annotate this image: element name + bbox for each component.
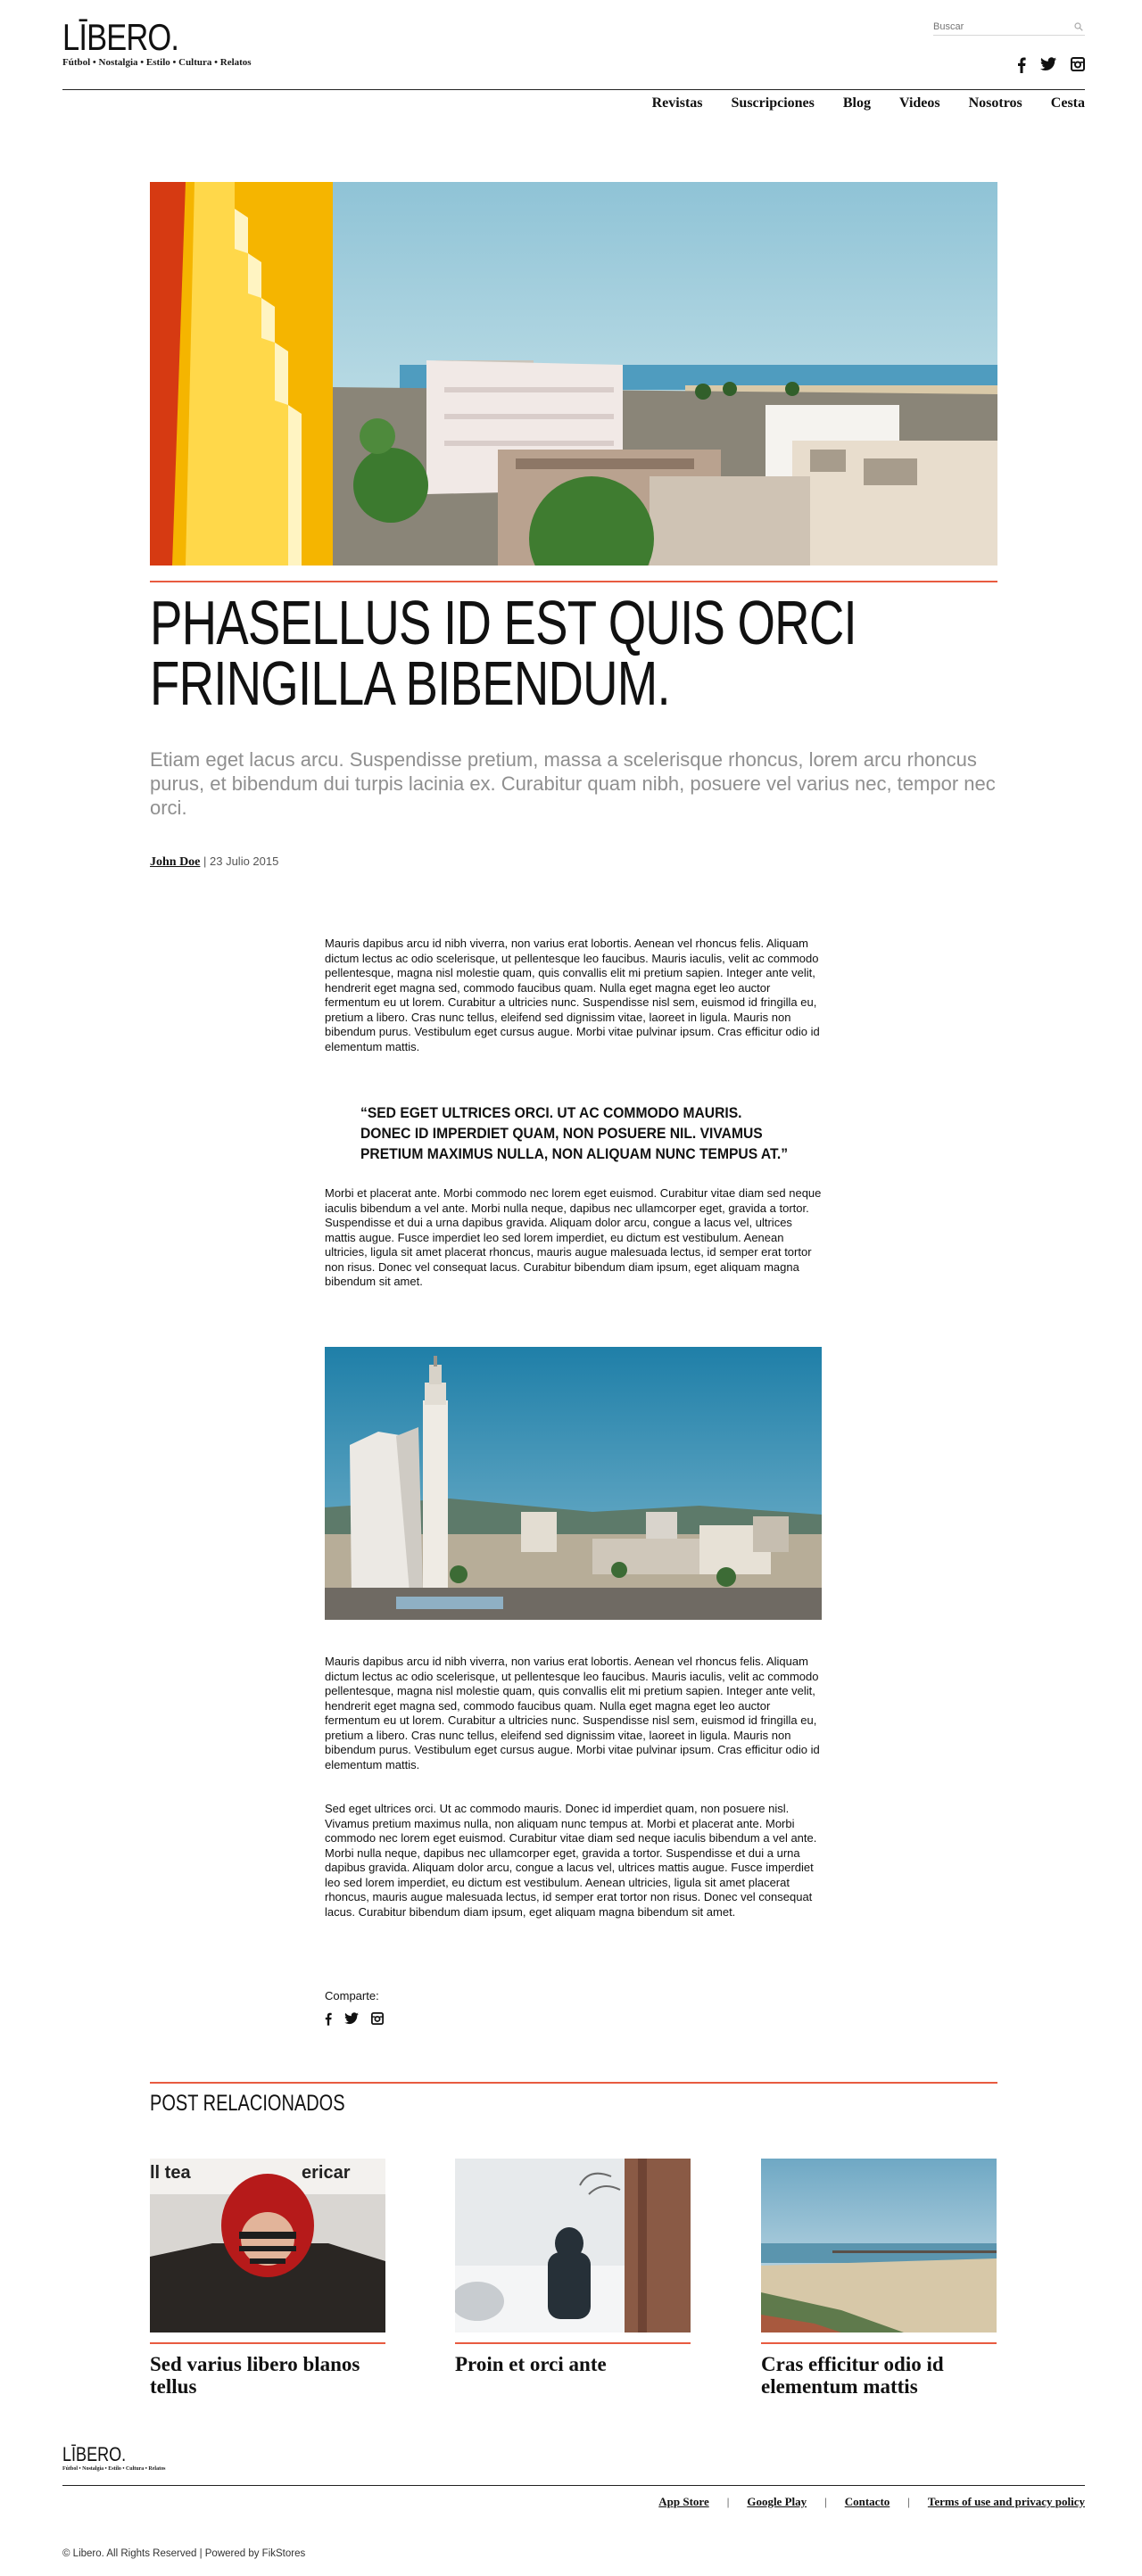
svg-text:ll tea: ll tea xyxy=(150,2163,191,2183)
social-links xyxy=(1017,57,1085,73)
publish-date: | 23 Julio 2015 xyxy=(200,855,279,868)
share-label: Comparte: xyxy=(325,1989,379,2002)
search-box xyxy=(933,18,1085,36)
nav-item-blog[interactable]: Blog xyxy=(843,95,871,111)
related-post-title[interactable]: Sed varius libero blanos tellus xyxy=(150,2353,385,2398)
footer-logo[interactable]: LĪBERO. Fútbol • Nostalgia • Estilo • Cu… xyxy=(62,2443,166,2473)
footer-separator: | xyxy=(726,2495,730,2508)
hero-image xyxy=(150,182,997,566)
related-post-image[interactable] xyxy=(455,2159,691,2332)
svg-text:ericar: ericar xyxy=(302,2163,351,2183)
twitter-icon[interactable] xyxy=(1040,57,1056,73)
article-headline: PHASELLUS ID EST QUIS ORCI FRINGILLA BIB… xyxy=(150,588,857,718)
footer-links: App Store | Google Play | Contacto | Ter… xyxy=(658,2495,1085,2509)
footer-link-terms[interactable]: Terms of use and privacy policy xyxy=(928,2495,1085,2509)
related-post-image[interactable] xyxy=(761,2159,997,2332)
related-post-card[interactable]: Proin et orci ante xyxy=(455,2159,691,2375)
instagram-icon[interactable] xyxy=(1071,57,1085,73)
logo-wordmark: LĪBERO. xyxy=(62,16,179,58)
footer-separator: | xyxy=(824,2495,827,2508)
byline: John Doe | 23 Julio 2015 xyxy=(150,855,278,870)
related-post-card[interactable]: ll tea ericar Sed varius libero blanos t… xyxy=(150,2159,385,2398)
search-input[interactable] xyxy=(933,19,1067,35)
nav-item-suscripciones[interactable]: Suscripciones xyxy=(732,95,815,111)
footer-divider xyxy=(62,2485,1085,2486)
article-paragraph: Sed eget ultrices orci. Ut ac commodo ma… xyxy=(325,1802,817,1919)
main-nav: Revistas Suscripciones Blog Videos Nosot… xyxy=(652,95,1085,111)
facebook-icon[interactable] xyxy=(1017,57,1026,73)
brand-logo[interactable]: LĪBERO. Fútbol • Nostalgia • Estilo • Cu… xyxy=(62,16,277,69)
article-dek: Etiam eget lacus arcu. Suspendisse preti… xyxy=(150,748,996,819)
instagram-icon[interactable] xyxy=(371,2012,384,2026)
article-paragraph: Mauris dapibus arcu id nibh viverra, non… xyxy=(325,1655,820,1771)
article-image xyxy=(325,1347,822,1620)
logo-tagline: Fútbol • Nostalgia • Estilo • Cultura • … xyxy=(62,57,252,68)
article-paragraph: Mauris dapibus arcu id nibh viverra, non… xyxy=(325,937,820,1053)
author-link[interactable]: John Doe xyxy=(150,855,200,869)
nav-item-cesta[interactable]: Cesta xyxy=(1051,95,1085,111)
card-divider xyxy=(455,2342,691,2344)
nav-item-nosotros[interactable]: Nosotros xyxy=(969,95,1022,111)
facebook-icon[interactable] xyxy=(325,2012,332,2026)
related-post-title[interactable]: Cras efficitur odio id elementum mattis xyxy=(761,2353,997,2398)
card-divider xyxy=(761,2342,997,2344)
nav-item-revistas[interactable]: Revistas xyxy=(652,95,703,111)
footer-link-contacto[interactable]: Contacto xyxy=(845,2495,890,2509)
footer-logo-wordmark: LĪBERO. xyxy=(62,2443,127,2465)
card-divider xyxy=(150,2342,385,2344)
related-title: POST RELACIONADOS xyxy=(150,2091,345,2116)
footer-link-google-play[interactable]: Google Play xyxy=(747,2495,807,2509)
share-buttons xyxy=(325,2012,384,2026)
footer-link-app-store[interactable]: App Store xyxy=(658,2495,708,2509)
pull-quote: “SED EGET ULTRICES ORCI. UT AC COMMODO M… xyxy=(360,1104,789,1162)
search-icon[interactable] xyxy=(1074,20,1083,36)
header-divider xyxy=(62,89,1085,90)
copyright: © Libero. All Rights Reserved | Powered … xyxy=(62,2548,306,2559)
footer-logo-tagline: Fútbol • Nostalgia • Estilo • Cultura • … xyxy=(62,2466,166,2472)
related-post-card[interactable]: Cras efficitur odio id elementum mattis xyxy=(761,2159,997,2398)
nav-item-videos[interactable]: Videos xyxy=(899,95,940,111)
twitter-icon[interactable] xyxy=(344,2012,359,2026)
hero-divider xyxy=(150,581,997,582)
related-post-title[interactable]: Proin et orci ante xyxy=(455,2353,691,2375)
related-divider xyxy=(150,2082,997,2084)
article-paragraph: Morbi et placerat ante. Morbi commodo ne… xyxy=(325,1186,822,1288)
related-post-image[interactable]: ll tea ericar xyxy=(150,2159,385,2332)
footer-separator: | xyxy=(907,2495,910,2508)
